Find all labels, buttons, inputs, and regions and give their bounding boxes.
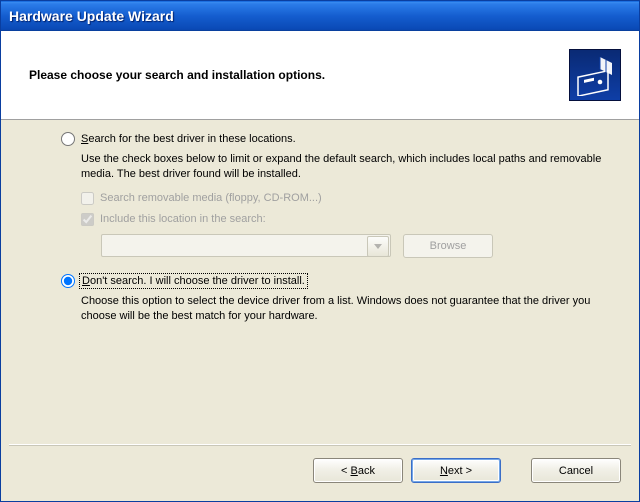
radio-search-label[interactable]: Search for the best driver in these loca…: [81, 133, 296, 145]
check-removable-media-label: Search removable media (floppy, CD-ROM..…: [100, 192, 322, 204]
wizard-content: Search for the best driver in these loca…: [1, 120, 639, 444]
option-dont-search-radio-row[interactable]: Don't search. I will choose the driver t…: [61, 274, 615, 288]
check-include-location-label: Include this location in the search:: [100, 213, 266, 225]
browse-button: Browse: [403, 234, 493, 258]
search-sub-options: Search removable media (floppy, CD-ROM..…: [81, 192, 615, 258]
check-include-location: [81, 213, 94, 226]
option-dont-search-block: Don't search. I will choose the driver t…: [61, 274, 615, 324]
chevron-down-icon: [374, 244, 382, 250]
radio-dont-search-label[interactable]: Don't search. I will choose the driver t…: [81, 275, 306, 287]
page-title: Please choose your search and installati…: [29, 68, 325, 82]
wizard-header: Please choose your search and installati…: [1, 31, 639, 120]
cancel-button[interactable]: Cancel: [531, 458, 621, 483]
titlebar: Hardware Update Wizard: [1, 1, 639, 31]
check-include-location-row: Include this location in the search:: [81, 213, 615, 226]
window-title: Hardware Update Wizard: [9, 8, 174, 24]
next-button[interactable]: Next >: [411, 458, 501, 483]
radio-dont-search[interactable]: [61, 274, 75, 288]
wizard-icon: [569, 49, 621, 101]
location-path-combo: [101, 234, 391, 257]
dont-search-description: Choose this option to select the device …: [81, 294, 615, 324]
radio-search[interactable]: [61, 132, 75, 146]
wizard-footer: < Back Next > Cancel: [1, 446, 639, 501]
check-removable-media: [81, 192, 94, 205]
hardware-update-wizard: Hardware Update Wizard Please choose you…: [0, 0, 640, 502]
location-path-row: Browse: [101, 234, 615, 258]
option-search-block: Search for the best driver in these loca…: [61, 132, 615, 258]
back-button[interactable]: < Back: [313, 458, 403, 483]
combobox-dropdown-button: [367, 236, 389, 257]
option-search-radio-row[interactable]: Search for the best driver in these loca…: [61, 132, 615, 146]
location-path-input: [102, 235, 366, 256]
check-removable-media-row: Search removable media (floppy, CD-ROM..…: [81, 192, 615, 205]
search-description: Use the check boxes below to limit or ex…: [81, 152, 615, 182]
